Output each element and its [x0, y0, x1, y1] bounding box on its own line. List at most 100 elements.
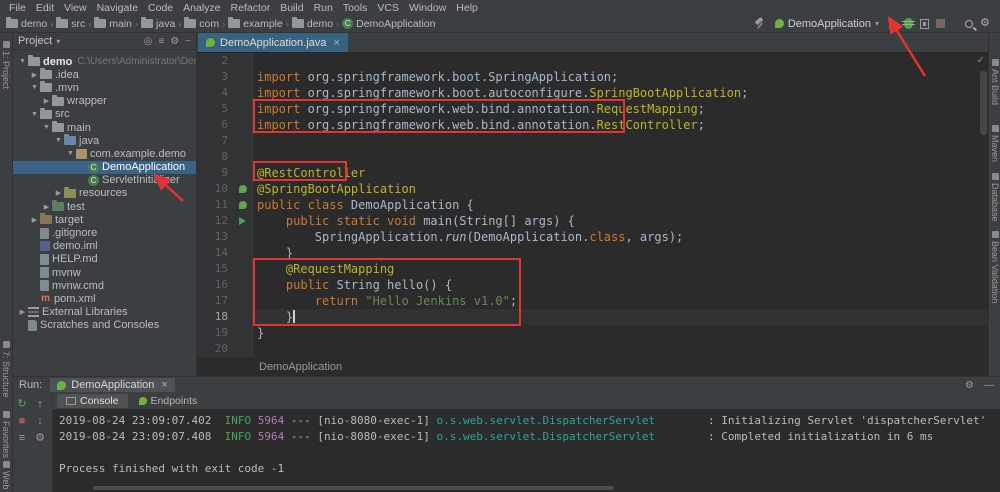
code-line-7[interactable]: 7 — [197, 133, 988, 149]
tree-item-help-md[interactable]: HELP.md — [13, 253, 196, 266]
debug-button[interactable] — [904, 18, 913, 29]
chevron-down-icon[interactable]: ▼ — [29, 111, 40, 118]
tree-item-mvnw[interactable]: mvnw — [13, 266, 196, 279]
tree-item-mvnw-cmd[interactable]: mvnw.cmd — [13, 279, 196, 292]
menu-item-file[interactable]: File — [4, 2, 31, 14]
scroll-down-button[interactable]: ↓ — [37, 414, 43, 428]
breadcrumb-item-src[interactable]: src — [56, 18, 85, 30]
code-line-14[interactable]: 14 } — [197, 245, 988, 261]
tree-item-resources[interactable]: ▶resources — [13, 187, 196, 200]
tree-item-demo[interactable]: ▼demoC:\Users\Administrator\Desktop\ — [13, 55, 196, 68]
code-line-4[interactable]: 4import org.springframework.boot.autocon… — [197, 85, 988, 101]
run-configuration-select[interactable]: DemoApplication ▾ — [771, 18, 883, 30]
code-line-20[interactable]: 20 — [197, 341, 988, 357]
soft-wrap-button[interactable]: ≡ — [19, 431, 25, 445]
code-line-3[interactable]: 3import org.springframework.boot.SpringA… — [197, 69, 988, 85]
code-line-15[interactable]: 15 @RequestMapping — [197, 261, 988, 277]
tool-window-button-1-project[interactable]: 1: Project — [1, 41, 11, 89]
chevron-down-icon[interactable]: ▼ — [41, 124, 52, 131]
code-line-13[interactable]: 13 SpringApplication.run(DemoApplication… — [197, 229, 988, 245]
tree-item-test[interactable]: ▶test — [13, 200, 196, 213]
tab-endpoints[interactable]: Endpoints — [130, 394, 207, 408]
search-everywhere-icon[interactable] — [965, 20, 973, 28]
tree-item-pom-xml[interactable]: mpom.xml — [13, 292, 196, 305]
line-number[interactable]: 10 — [197, 181, 233, 197]
line-number[interactable]: 20 — [197, 341, 233, 357]
chevron-down-icon[interactable]: ▾ — [56, 37, 60, 46]
line-number[interactable]: 19 — [197, 325, 233, 341]
tool-window-button-database[interactable]: Database — [990, 173, 1000, 222]
collapse-all-icon[interactable]: ≡ — [158, 36, 164, 47]
chevron-right-icon[interactable]: ▶ — [41, 203, 52, 211]
tree-item-demo-iml[interactable]: demo.iml — [13, 240, 196, 253]
line-number[interactable]: 13 — [197, 229, 233, 245]
chevron-down-icon[interactable]: ▼ — [65, 150, 76, 157]
code-line-11[interactable]: 11public class DemoApplication { — [197, 197, 988, 213]
tree-item-scratches-and-consoles[interactable]: Scratches and Consoles — [13, 319, 196, 332]
tool-window-button-ant-build[interactable]: Ant Build — [990, 59, 1000, 105]
code-line-12[interactable]: 12 public static void main(String[] args… — [197, 213, 988, 229]
close-icon[interactable]: × — [333, 37, 339, 49]
tree-item-wrapper[interactable]: ▶wrapper — [13, 95, 196, 108]
menu-item-window[interactable]: Window — [404, 2, 451, 14]
menu-item-refactor[interactable]: Refactor — [226, 2, 276, 14]
chevron-down-icon[interactable]: ▼ — [17, 58, 28, 65]
tree-item-com-example-demo[interactable]: ▼com.example.demo — [13, 147, 196, 160]
line-number[interactable]: 9 — [197, 165, 233, 181]
hide-icon[interactable]: − — [185, 36, 191, 47]
line-number[interactable]: 11 — [197, 197, 233, 213]
code-line-8[interactable]: 8 — [197, 149, 988, 165]
editor-breadcrumb-class[interactable]: DemoApplication — [259, 361, 342, 373]
tree-item-target[interactable]: ▶target — [13, 213, 196, 226]
settings-icon[interactable]: ⚙ — [170, 36, 179, 47]
line-number[interactable]: 16 — [197, 277, 233, 293]
tree-item-main[interactable]: ▼main — [13, 121, 196, 134]
line-number[interactable]: 4 — [197, 85, 233, 101]
code-line-5[interactable]: 5import org.springframework.web.bind.ann… — [197, 101, 988, 117]
code-line-19[interactable]: 19} — [197, 325, 988, 341]
line-number[interactable]: 8 — [197, 149, 233, 165]
line-number[interactable]: 7 — [197, 133, 233, 149]
rerun-button[interactable]: ↻ — [17, 397, 26, 411]
code-line-18[interactable]: 18 } — [197, 309, 988, 325]
tool-window-button-maven[interactable]: Maven — [990, 125, 1000, 162]
tree-item-mvn[interactable]: ▼.mvn — [13, 81, 196, 94]
stop-button[interactable] — [936, 19, 945, 28]
inspections-ok-icon[interactable]: ✓ — [977, 55, 985, 66]
editor-scrollbar[interactable] — [980, 71, 987, 135]
tool-window-button-7-structure[interactable]: 7: Structure — [1, 341, 11, 398]
breadcrumb-item-demo[interactable]: demo — [292, 18, 333, 30]
tree-item-servletinitializer[interactable]: CServletInitializer — [13, 174, 196, 187]
menu-item-run[interactable]: Run — [309, 2, 338, 14]
tab-console[interactable]: Console — [57, 394, 128, 408]
line-number[interactable]: 15 — [197, 261, 233, 277]
editor-tab-demoapplication[interactable]: DemoApplication.java × — [198, 33, 348, 52]
tree-item-src[interactable]: ▼src — [13, 108, 196, 121]
tool-window-button-bean-validation[interactable]: Bean Validation — [990, 231, 1000, 303]
menu-item-tools[interactable]: Tools — [338, 2, 373, 14]
settings-gear-icon[interactable]: ⚙ — [980, 18, 992, 29]
line-number[interactable]: 5 — [197, 101, 233, 117]
code-line-9[interactable]: 9@RestController — [197, 165, 988, 181]
stop-button[interactable]: ■ — [19, 414, 26, 428]
line-number[interactable]: 18 — [197, 309, 233, 325]
code-line-2[interactable]: 2 — [197, 53, 988, 69]
chevron-right-icon[interactable]: ▶ — [17, 308, 28, 316]
line-number[interactable]: 6 — [197, 117, 233, 133]
breadcrumb-item-demoapplication[interactable]: CDemoApplication — [342, 18, 435, 30]
line-number[interactable]: 2 — [197, 53, 233, 69]
close-icon[interactable]: × — [161, 379, 167, 391]
tree-item-idea[interactable]: ▶.idea — [13, 68, 196, 81]
spring-bean-icon[interactable] — [233, 181, 253, 197]
select-opened-file-icon[interactable]: ◎ — [144, 36, 153, 47]
spring-bean-icon[interactable] — [233, 197, 253, 213]
scroll-up-button[interactable]: ↑ — [37, 397, 43, 411]
code-line-6[interactable]: 6import org.springframework.web.bind.ann… — [197, 117, 988, 133]
tool-window-button-web[interactable]: Web — [1, 461, 11, 489]
tree-item-java[interactable]: ▼java — [13, 134, 196, 147]
breadcrumb-item-example[interactable]: example — [228, 18, 283, 30]
console-settings-button[interactable]: ⚙ — [35, 431, 45, 445]
line-number[interactable]: 3 — [197, 69, 233, 85]
breadcrumb-item-demo[interactable]: demo — [6, 18, 47, 30]
breadcrumb-item-com[interactable]: com — [184, 18, 219, 30]
